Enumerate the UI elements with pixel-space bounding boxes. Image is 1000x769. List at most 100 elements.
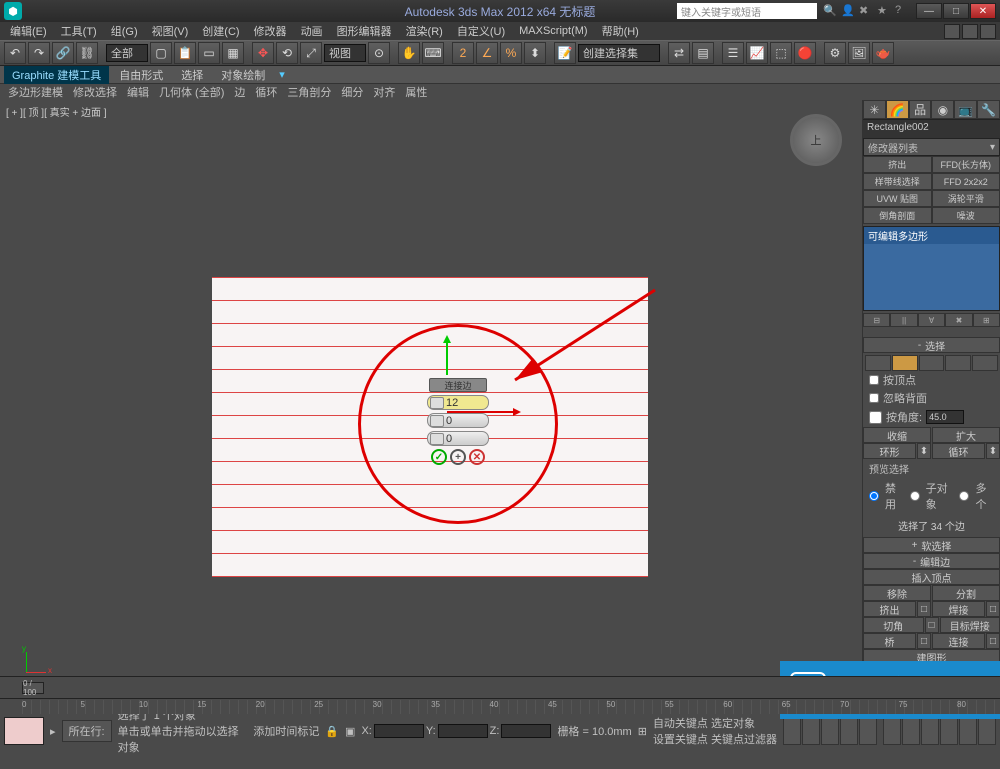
mod-uvw[interactable]: UVW 贴图	[863, 190, 932, 207]
mod-turbosmooth[interactable]: 涡轮平滑	[932, 190, 1000, 207]
workspace-btn-1[interactable]	[944, 24, 960, 39]
help-search-input[interactable]: 键入关键字或短语	[677, 3, 817, 19]
render-frame-icon[interactable]: 🖼	[848, 42, 870, 64]
menu-create[interactable]: 创建(C)	[196, 22, 245, 40]
snap-2d-icon[interactable]: 2	[452, 42, 474, 64]
caddy-ok-button[interactable]: ✓	[431, 449, 447, 465]
motion-tab-icon[interactable]: ◉	[931, 100, 954, 119]
window-crossing-icon[interactable]: ▦	[222, 42, 244, 64]
menu-group[interactable]: 组(G)	[105, 22, 144, 40]
grow-button[interactable]: 扩大	[932, 427, 1000, 443]
goto-end-icon[interactable]	[859, 717, 877, 745]
mod-spline-sel[interactable]: 样带线选择	[863, 173, 932, 190]
extrude-settings-icon[interactable]: □	[917, 601, 931, 617]
script-line-icon[interactable]: ▸	[50, 725, 56, 738]
loop-shift-icon[interactable]: ⬍	[986, 443, 1000, 459]
app-logo-icon[interactable]: ⬢	[4, 2, 22, 20]
snap-percent-icon[interactable]: %	[500, 42, 522, 64]
coord-z-field[interactable]	[501, 724, 551, 738]
rollout-editedge[interactable]: 编辑边	[863, 553, 1000, 569]
gizmo-y-axis-icon[interactable]	[446, 339, 448, 375]
menu-maxscript[interactable]: MAXScript(M)	[513, 24, 593, 38]
viewport[interactable]: [ + ][ 顶 ][ 真实 + 边面 ] 上 连接边 12 0 0 ✓ + ✕	[0, 100, 862, 676]
subobj-border-icon[interactable]	[919, 355, 945, 371]
search-icon[interactable]: 🔍	[823, 4, 837, 18]
align-icon[interactable]: ▤	[692, 42, 714, 64]
preview-off-radio[interactable]	[869, 491, 879, 501]
orbit-icon[interactable]	[959, 717, 977, 745]
scale-icon[interactable]: ⤢	[300, 42, 322, 64]
help-icon[interactable]: ?	[895, 4, 909, 18]
caddy-title[interactable]: 连接边	[429, 378, 487, 392]
isolate-icon[interactable]: ▣	[345, 725, 355, 738]
frame-indicator[interactable]: 0 / 100	[22, 682, 44, 694]
segments-field[interactable]: 12	[427, 395, 489, 410]
unlink-icon[interactable]: ⛓	[76, 42, 98, 64]
coord-y-field[interactable]	[438, 724, 488, 738]
create-tab-icon[interactable]: ✳	[863, 100, 886, 119]
ribbon-tab-select[interactable]: 选择	[173, 66, 211, 84]
coord-x-field[interactable]	[374, 724, 424, 738]
rpanel-loop[interactable]: 循环	[251, 84, 281, 100]
shrink-button[interactable]: 收缩	[863, 427, 931, 443]
weld-button[interactable]: 焊接	[932, 601, 985, 617]
menu-grapheditors[interactable]: 图形编辑器	[331, 22, 398, 40]
redo-icon[interactable]: ↷	[28, 42, 50, 64]
material-swatch[interactable]	[4, 717, 44, 745]
selection-filter-select[interactable]: 全部	[106, 44, 148, 62]
menu-help[interactable]: 帮助(H)	[596, 22, 645, 40]
next-frame-icon[interactable]	[840, 717, 858, 745]
spinner-snap-icon[interactable]: ⬍	[524, 42, 546, 64]
select-region-icon[interactable]: ▭	[198, 42, 220, 64]
viewcube[interactable]: 上	[790, 114, 842, 166]
key-filters-button[interactable]: 关键点过滤器	[711, 734, 777, 746]
snap-angle-icon[interactable]: ∠	[476, 42, 498, 64]
menu-rendering[interactable]: 渲染(R)	[400, 22, 449, 40]
select-icon[interactable]: ▢	[150, 42, 172, 64]
pinch-field[interactable]: 0	[427, 413, 489, 428]
utilities-tab-icon[interactable]: 🔧	[977, 100, 1000, 119]
caddy-cancel-button[interactable]: ✕	[469, 449, 485, 465]
hierarchy-tab-icon[interactable]: 品	[909, 100, 932, 119]
bridge-button[interactable]: 桥	[863, 633, 916, 649]
ribbon-tab-freeform[interactable]: 自由形式	[111, 66, 171, 84]
modifier-stack[interactable]: 可编辑多边形	[863, 226, 1000, 311]
connect-button[interactable]: 连接	[932, 633, 985, 649]
link-icon[interactable]: 🔗	[52, 42, 74, 64]
stack-unique-icon[interactable]: ∀	[918, 313, 945, 327]
material-editor-icon[interactable]: 🔴	[794, 42, 816, 64]
render-icon[interactable]: 🫖	[872, 42, 894, 64]
subobj-vertex-icon[interactable]	[865, 355, 891, 371]
pan-icon[interactable]	[883, 717, 901, 745]
maximize-vp-icon[interactable]	[978, 717, 996, 745]
insert-vertex-button[interactable]: 插入顶点	[863, 569, 1000, 585]
schematic-icon[interactable]: ⬚	[770, 42, 792, 64]
ribbon-expand-icon[interactable]: ▾	[279, 68, 285, 81]
auto-key-button[interactable]: 自动关键点	[653, 718, 708, 730]
menu-views[interactable]: 视图(V)	[146, 22, 195, 40]
manipulate-icon[interactable]: ✋	[398, 42, 420, 64]
subobj-poly-icon[interactable]	[945, 355, 971, 371]
track-bar[interactable]: 05 1015 2025 3035 4045 5055 6065 7075 80	[0, 698, 1000, 714]
subobj-edge-icon[interactable]	[892, 355, 918, 371]
time-slider[interactable]: 0 / 100	[0, 676, 1000, 698]
connect-settings-icon[interactable]: □	[986, 633, 1000, 649]
by-vertex-check[interactable]: 按顶点	[863, 371, 1000, 389]
stack-remove-icon[interactable]: ✖	[945, 313, 972, 327]
rpanel-polymodel[interactable]: 多边形建模	[4, 84, 67, 100]
time-ruler[interactable]: 05 1015 2025 3035 4045 5055 6065 7075 80	[22, 700, 996, 714]
close-button[interactable]: ✕	[970, 3, 996, 19]
play-icon[interactable]	[821, 717, 839, 745]
favorite-icon[interactable]: ★	[877, 4, 891, 18]
rollout-selection[interactable]: 选择	[863, 337, 1000, 353]
angle-spinner[interactable]	[926, 410, 964, 424]
rotate-icon[interactable]: ⟲	[276, 42, 298, 64]
move-icon[interactable]: ✥	[252, 42, 274, 64]
rollout-softsel[interactable]: 软选择	[863, 537, 1000, 553]
menu-modifiers[interactable]: 修改器	[248, 22, 293, 40]
ref-coord-select[interactable]: 视图	[324, 44, 366, 62]
pivot-icon[interactable]: ⊙	[368, 42, 390, 64]
mod-extrude[interactable]: 挤出	[863, 156, 932, 173]
exchange-icon[interactable]: ✖	[859, 4, 873, 18]
loop-button[interactable]: 循环	[932, 443, 985, 459]
